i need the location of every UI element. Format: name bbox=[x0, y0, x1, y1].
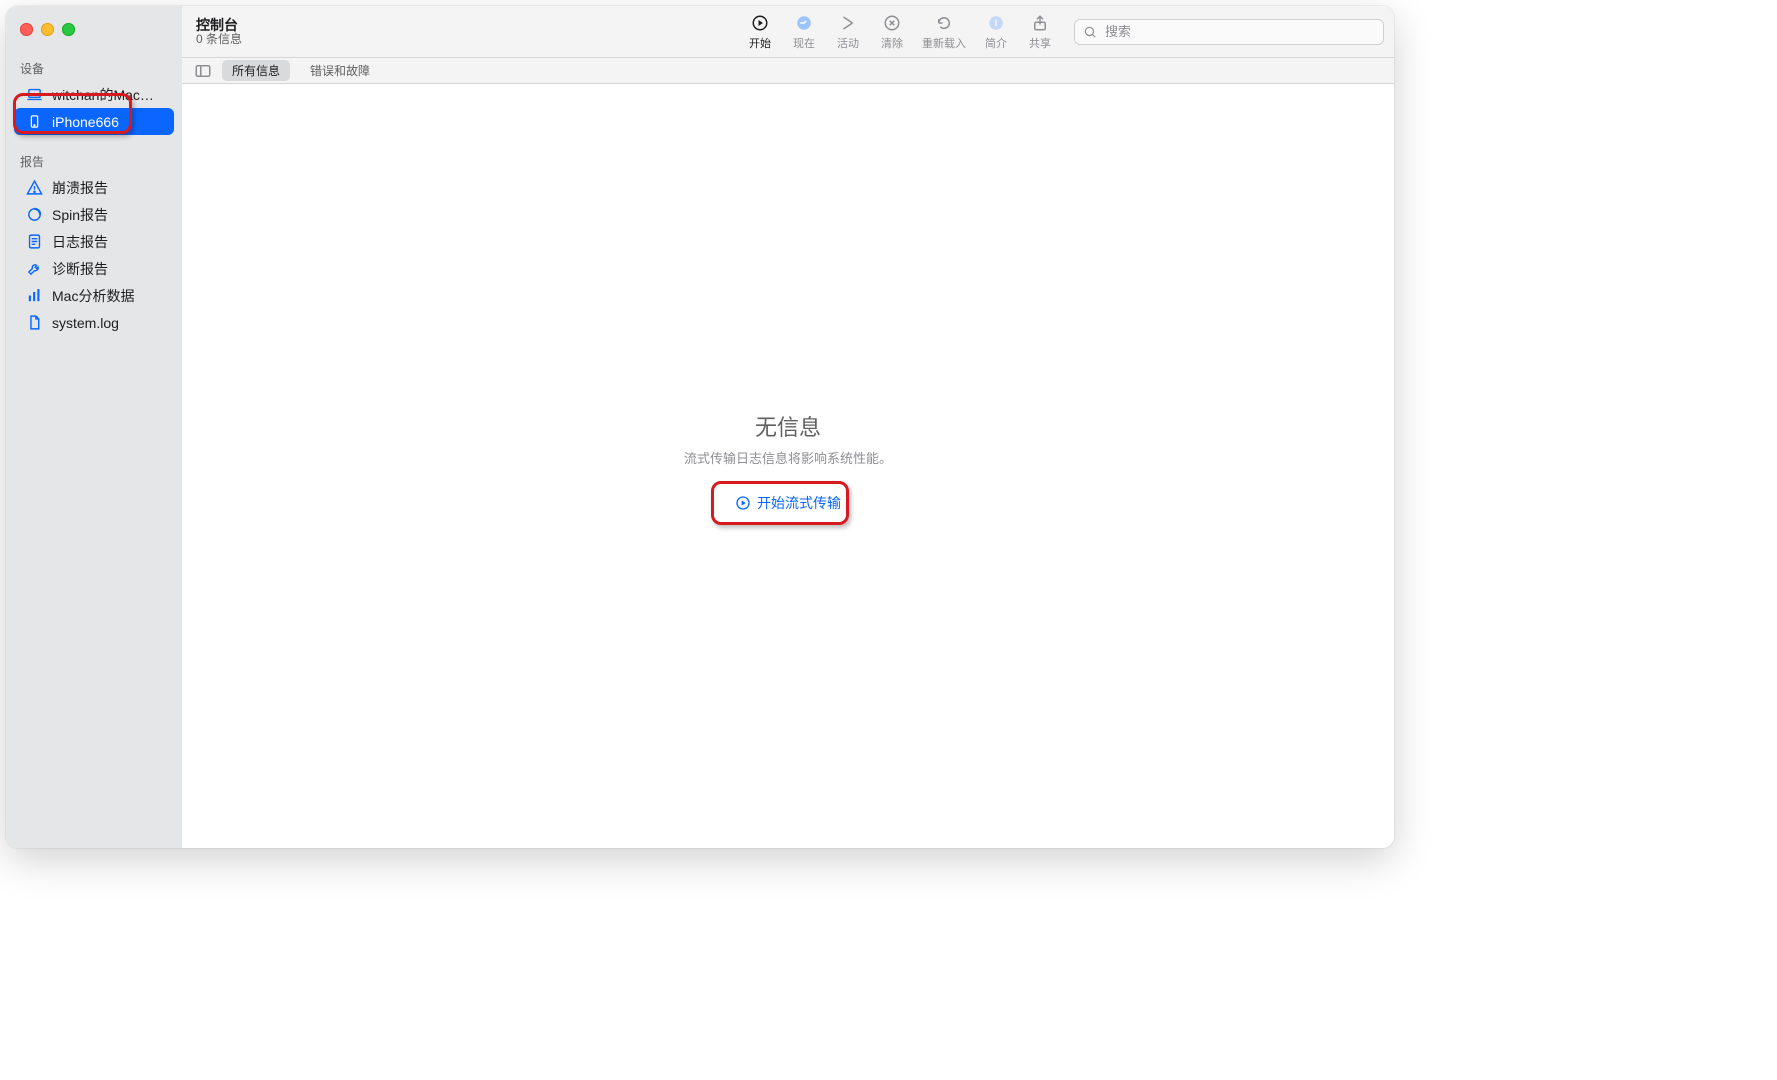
sidebar-item-label: witchan的MacBo… bbox=[52, 85, 162, 105]
svg-text:i: i bbox=[995, 18, 998, 28]
toolbar-activity-button[interactable]: 活动 bbox=[832, 13, 864, 51]
console-window: 设备 witchan的MacBo… iPhone666 报告 崩溃报告 bbox=[6, 6, 1394, 848]
start-streaming-button[interactable]: 开始流式传输 bbox=[715, 483, 861, 523]
window-controls bbox=[6, 6, 182, 52]
bars-icon bbox=[26, 287, 43, 304]
start-streaming-label: 开始流式传输 bbox=[757, 493, 841, 513]
toolbar-button-label: 活动 bbox=[837, 35, 859, 51]
toolbar-button-label: 简介 bbox=[985, 35, 1007, 51]
spinner-icon bbox=[26, 206, 43, 223]
wrench-icon bbox=[26, 260, 43, 277]
clear-icon bbox=[883, 13, 901, 33]
toolbar-start-button[interactable]: 开始 bbox=[744, 13, 776, 51]
toolbar-button-label: 清除 bbox=[881, 35, 903, 51]
filter-errors-faults[interactable]: 错误和故障 bbox=[300, 60, 380, 81]
sidebar-item-label: Spin报告 bbox=[52, 205, 108, 225]
info-icon: i bbox=[987, 13, 1005, 33]
sidebar-item-label: system.log bbox=[52, 315, 119, 331]
empty-message: 流式传输日志信息将影响系统性能。 bbox=[684, 448, 892, 467]
sidebar-section-reports: 报告 bbox=[6, 145, 182, 174]
toolbar: 控制台 0 条信息 开始 现在 bbox=[182, 6, 1394, 58]
sidebar-device-iphone[interactable]: iPhone666 bbox=[14, 108, 174, 135]
window-subtitle: 0 条信息 bbox=[196, 33, 242, 47]
empty-heading: 无信息 bbox=[684, 410, 892, 442]
window-title: 控制台 bbox=[196, 17, 242, 33]
toolbar-button-label: 共享 bbox=[1029, 35, 1051, 51]
filter-all-messages[interactable]: 所有信息 bbox=[222, 60, 290, 81]
minimize-window-button[interactable] bbox=[41, 23, 54, 36]
now-icon bbox=[795, 13, 813, 33]
warning-icon bbox=[26, 179, 43, 196]
laptop-icon bbox=[26, 86, 43, 103]
sidebar-report-analytics[interactable]: Mac分析数据 bbox=[14, 282, 174, 309]
share-icon bbox=[1031, 13, 1049, 33]
main-area: 控制台 0 条信息 开始 现在 bbox=[182, 6, 1394, 848]
content-area: 无信息 流式传输日志信息将影响系统性能。 开始流式传输 bbox=[182, 84, 1394, 848]
reload-icon bbox=[935, 13, 953, 33]
sidebar-item-label: 诊断报告 bbox=[52, 259, 108, 279]
play-icon bbox=[751, 13, 769, 33]
search-field[interactable] bbox=[1074, 19, 1384, 45]
doc-list-icon bbox=[26, 233, 43, 250]
toolbar-info-button[interactable]: i 简介 bbox=[980, 13, 1012, 51]
title-block: 控制台 0 条信息 bbox=[196, 17, 242, 47]
play-icon bbox=[735, 495, 751, 511]
filter-bar: 所有信息 错误和故障 bbox=[182, 58, 1394, 84]
activity-icon bbox=[839, 13, 857, 33]
sidebar-report-log[interactable]: 日志报告 bbox=[14, 228, 174, 255]
search-input[interactable] bbox=[1103, 23, 1375, 40]
toolbar-now-button[interactable]: 现在 bbox=[788, 13, 820, 51]
sidebar-device-macbook[interactable]: witchan的MacBo… bbox=[14, 81, 174, 108]
toolbar-clear-button[interactable]: 清除 bbox=[876, 13, 908, 51]
sidebar-item-label: 日志报告 bbox=[52, 232, 108, 252]
toolbar-button-label: 开始 bbox=[749, 35, 771, 51]
sidebar-report-crash[interactable]: 崩溃报告 bbox=[14, 174, 174, 201]
doc-icon bbox=[26, 314, 43, 331]
toolbar-button-label: 现在 bbox=[793, 35, 815, 51]
empty-state: 无信息 流式传输日志信息将影响系统性能。 开始流式传输 bbox=[684, 410, 892, 523]
zoom-window-button[interactable] bbox=[62, 23, 75, 36]
sidebar-report-spin[interactable]: Spin报告 bbox=[14, 201, 174, 228]
sidebar-report-diagnostics[interactable]: 诊断报告 bbox=[14, 255, 174, 282]
sidebar-item-label: 崩溃报告 bbox=[52, 178, 108, 198]
sidebar-item-label: Mac分析数据 bbox=[52, 286, 134, 306]
toolbar-share-button[interactable]: 共享 bbox=[1024, 13, 1056, 51]
close-window-button[interactable] bbox=[20, 23, 33, 36]
sidebar-toggle-icon[interactable] bbox=[194, 62, 212, 80]
sidebar-report-systemlog[interactable]: system.log bbox=[14, 309, 174, 336]
sidebar: 设备 witchan的MacBo… iPhone666 报告 崩溃报告 bbox=[6, 6, 182, 848]
phone-icon bbox=[26, 113, 43, 130]
toolbar-button-label: 重新载入 bbox=[922, 35, 966, 51]
sidebar-item-label: iPhone666 bbox=[52, 114, 119, 130]
search-icon bbox=[1083, 25, 1097, 39]
sidebar-section-devices: 设备 bbox=[6, 52, 182, 81]
toolbar-reload-button[interactable]: 重新载入 bbox=[920, 13, 968, 51]
